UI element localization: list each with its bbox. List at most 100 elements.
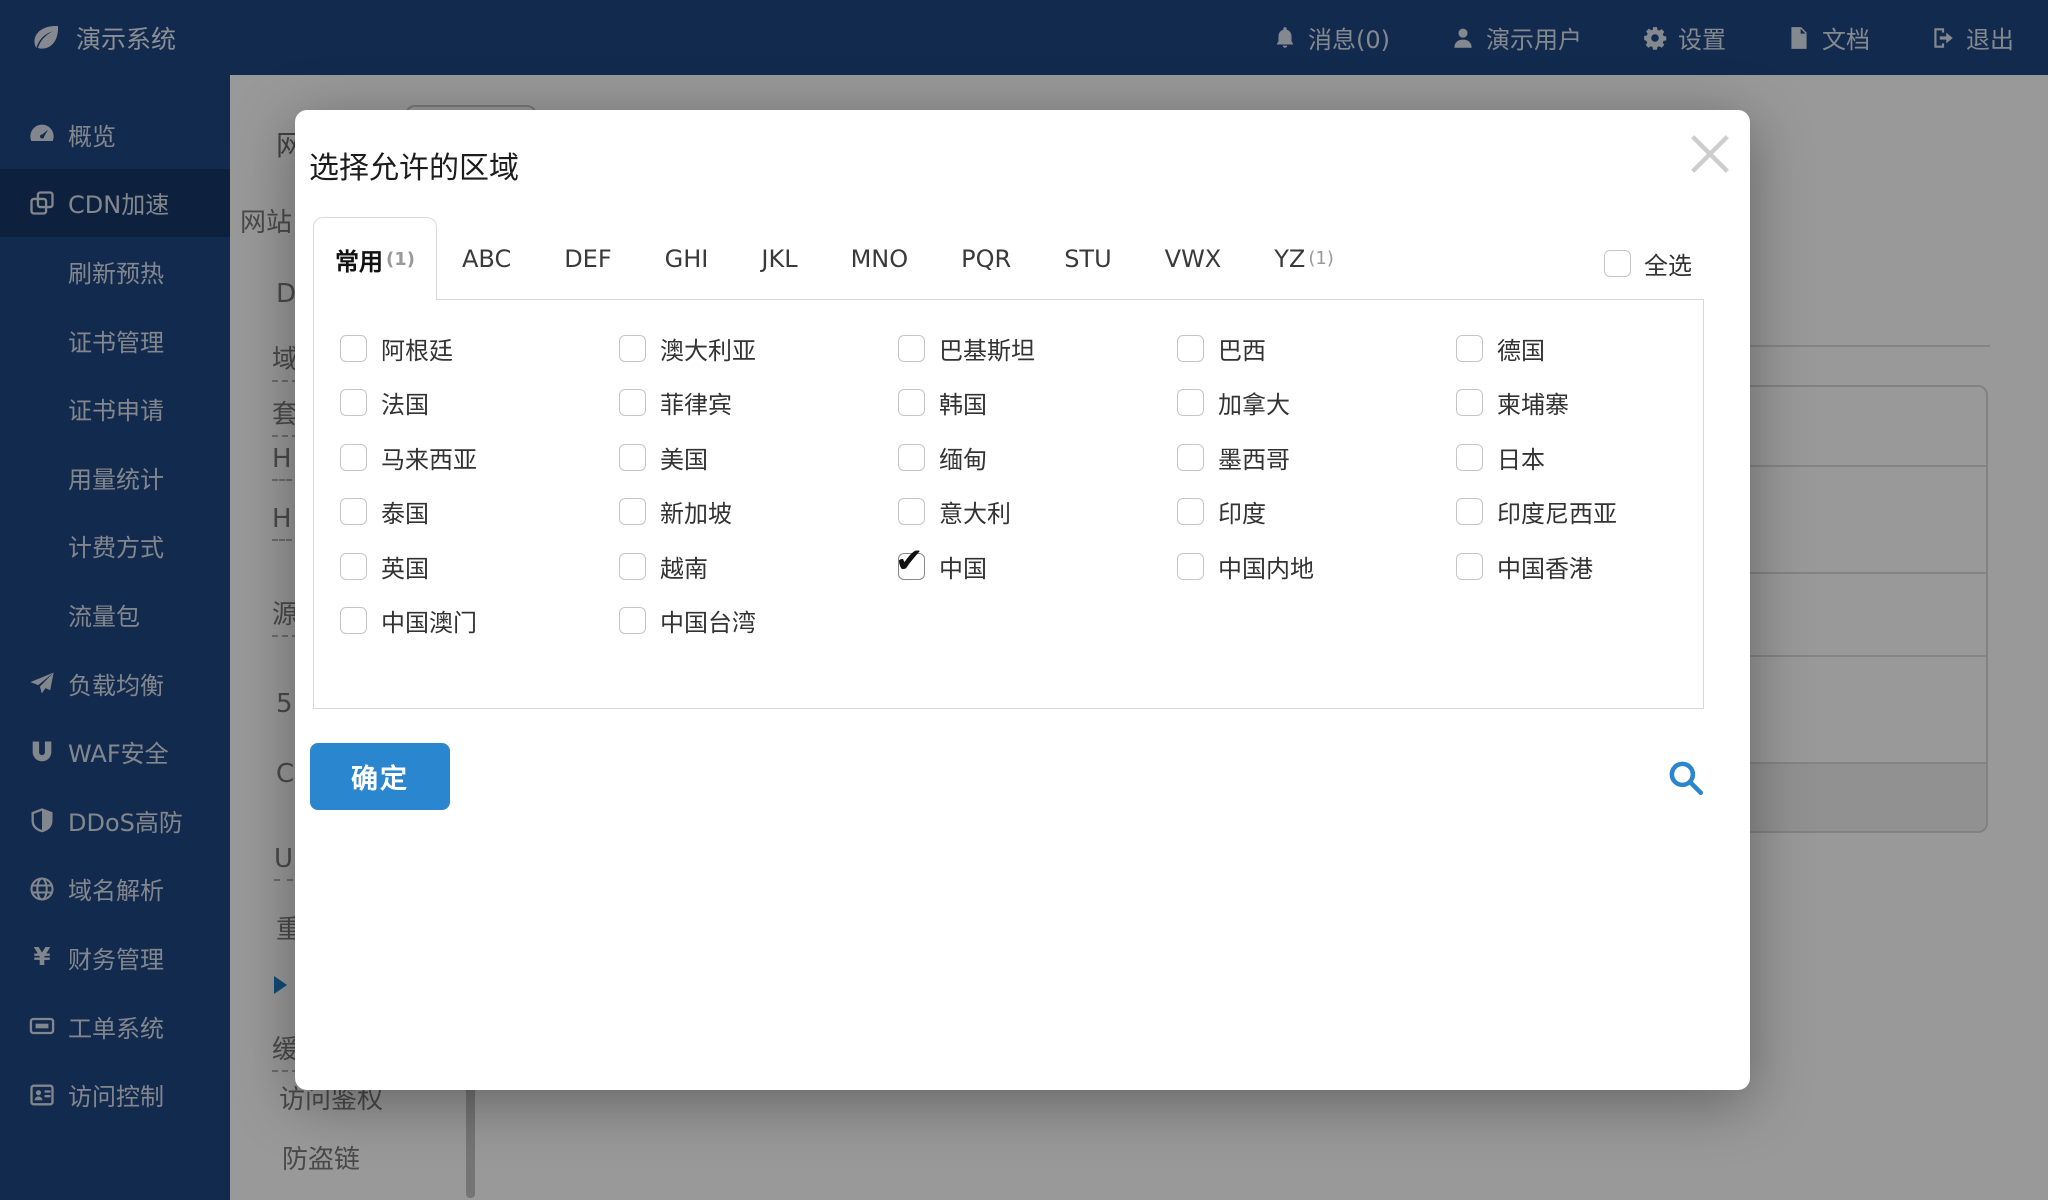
region-item[interactable]: ✔ 巴基斯坦	[898, 331, 1177, 366]
region-checkbox[interactable]: ✔	[1456, 443, 1483, 471]
region-checkbox[interactable]: ✔	[340, 552, 367, 580]
region-item[interactable]: ✔ 马来西亚	[340, 440, 619, 475]
region-label: 中国澳门	[381, 609, 477, 638]
tab-common[interactable]: 常用 (1)	[313, 217, 437, 300]
region-label: 日本	[1497, 445, 1545, 474]
tab-def[interactable]: DEF	[539, 217, 639, 300]
tab-badge: (1)	[386, 248, 415, 270]
region-checkbox[interactable]: ✔	[619, 389, 646, 417]
region-checkbox[interactable]: ✔	[898, 334, 925, 362]
region-label: 中国	[939, 554, 987, 583]
region-label: 泰国	[381, 500, 429, 529]
region-item[interactable]: ✔ 法国	[340, 385, 619, 420]
region-checkbox[interactable]: ✔	[619, 443, 646, 471]
region-checkbox[interactable]: ✔	[1177, 498, 1204, 526]
region-checkbox[interactable]: ✔	[1456, 389, 1483, 417]
tab-label: YZ	[1274, 244, 1306, 273]
region-label: 意大利	[939, 500, 1011, 529]
tab-abc[interactable]: ABC	[437, 217, 539, 300]
region-item[interactable]: ✔ 缅甸	[898, 440, 1177, 475]
region-label: 巴基斯坦	[939, 336, 1035, 365]
region-label: 巴西	[1218, 336, 1266, 365]
tab-label: VWX	[1164, 244, 1222, 273]
region-checkbox[interactable]: ✔	[1177, 334, 1204, 362]
region-checkbox[interactable]: ✔	[898, 389, 925, 417]
region-item[interactable]: ✔ 中国台湾	[619, 603, 898, 638]
region-item[interactable]: ✔ 韩国	[898, 385, 1177, 420]
select-all[interactable]: 全选	[1604, 246, 1692, 281]
region-item[interactable]: ✔ 日本	[1456, 440, 1735, 475]
region-checkbox[interactable]: ✔	[619, 498, 646, 526]
region-checkbox[interactable]: ✔	[619, 607, 646, 635]
select-all-label: 全选	[1644, 252, 1692, 280]
region-checkbox[interactable]: ✔	[1456, 334, 1483, 362]
region-checkbox[interactable]: ✔	[340, 607, 367, 635]
region-label: 英国	[381, 554, 429, 583]
region-checkbox[interactable]: ✔	[898, 443, 925, 471]
region-item[interactable]: ✔ 印度	[1177, 494, 1456, 529]
region-label: 中国台湾	[660, 609, 756, 638]
region-label: 菲律宾	[660, 391, 732, 420]
tab-yz[interactable]: YZ (1)	[1249, 217, 1359, 300]
region-item[interactable]: ✔ 英国	[340, 549, 619, 584]
region-item[interactable]: ✔ 墨西哥	[1177, 440, 1456, 475]
region-select-modal: 选择允许的区域 常用 (1) ABC DEF GHI JKL MNO PQR S…	[295, 110, 1750, 1090]
region-label: 印度尼西亚	[1497, 500, 1617, 529]
region-checkbox[interactable]: ✔	[340, 389, 367, 417]
search-icon	[1664, 761, 1706, 802]
region-item[interactable]: ✔ 中国内地	[1177, 549, 1456, 584]
region-item[interactable]: ✔ 柬埔寨	[1456, 385, 1735, 420]
tab-label: GHI	[664, 244, 709, 273]
tab-label: MNO	[850, 244, 909, 273]
region-checkbox[interactable]: ✔	[898, 498, 925, 526]
region-checkbox[interactable]: ✔	[340, 498, 367, 526]
region-checkbox[interactable]: ✔	[1456, 552, 1483, 580]
region-item[interactable]: ✔ 美国	[619, 440, 898, 475]
tab-jkl[interactable]: JKL	[736, 217, 825, 300]
region-checkbox[interactable]: ✔	[619, 552, 646, 580]
tab-label: 常用	[335, 247, 383, 276]
region-item[interactable]: ✔ 印度尼西亚	[1456, 494, 1735, 529]
region-checkbox[interactable]: ✔	[1177, 552, 1204, 580]
region-panel: ✔ 阿根廷 ✔ 澳大利亚 ✔ 巴基斯坦 ✔ 巴西 ✔ 德国	[313, 299, 1704, 709]
tab-label: PQR	[961, 244, 1012, 273]
region-item[interactable]: ✔ 德国	[1456, 331, 1735, 366]
region-label: 新加坡	[660, 500, 732, 529]
tab-badge: (1)	[1308, 248, 1334, 269]
region-item[interactable]: ✔ 中国	[895, 542, 1177, 584]
region-item[interactable]: ✔ 泰国	[340, 494, 619, 529]
region-item[interactable]: ✔ 中国澳门	[340, 603, 619, 638]
close-icon	[1684, 135, 1736, 184]
region-item[interactable]: ✔ 澳大利亚	[619, 331, 898, 366]
region-checkbox[interactable]: ✔	[1177, 443, 1204, 471]
region-item[interactable]: ✔ 阿根廷	[340, 331, 619, 366]
tab-mno[interactable]: MNO	[826, 217, 937, 300]
region-label: 马来西亚	[381, 445, 477, 474]
region-checkbox[interactable]: ✔	[619, 334, 646, 362]
region-checkbox[interactable]: ✔	[340, 443, 367, 471]
tab-label: STU	[1064, 244, 1112, 273]
region-checkbox[interactable]: ✔	[340, 334, 367, 362]
close-icon-button[interactable]	[1684, 128, 1736, 180]
region-item[interactable]: ✔ 菲律宾	[619, 385, 898, 420]
region-item[interactable]: ✔ 越南	[619, 549, 898, 584]
select-all-checkbox[interactable]	[1604, 250, 1631, 277]
region-item[interactable]: ✔ 加拿大	[1177, 385, 1456, 420]
tab-pqr[interactable]: PQR	[936, 217, 1039, 300]
region-item[interactable]: ✔ 意大利	[898, 494, 1177, 529]
tab-stu[interactable]: STU	[1039, 217, 1139, 300]
tab-label: JKL	[761, 244, 798, 273]
region-checkbox[interactable]: ✔	[1177, 389, 1204, 417]
region-checkbox[interactable]: ✔	[1456, 498, 1483, 526]
search-icon-button[interactable]	[1664, 756, 1706, 798]
region-item[interactable]: ✔ 新加坡	[619, 494, 898, 529]
confirm-button[interactable]: 确定	[310, 743, 450, 810]
tab-vwx[interactable]: VWX	[1140, 217, 1250, 300]
tab-ghi[interactable]: GHI	[640, 217, 737, 300]
region-item[interactable]: ✔ 巴西	[1177, 331, 1456, 366]
region-checkbox[interactable]: ✔	[895, 542, 925, 580]
region-grid: ✔ 阿根廷 ✔ 澳大利亚 ✔ 巴基斯坦 ✔ 巴西 ✔ 德国	[340, 321, 1735, 648]
region-label: 中国香港	[1497, 554, 1593, 583]
region-label: 法国	[381, 391, 429, 420]
region-item[interactable]: ✔ 中国香港	[1456, 549, 1735, 584]
